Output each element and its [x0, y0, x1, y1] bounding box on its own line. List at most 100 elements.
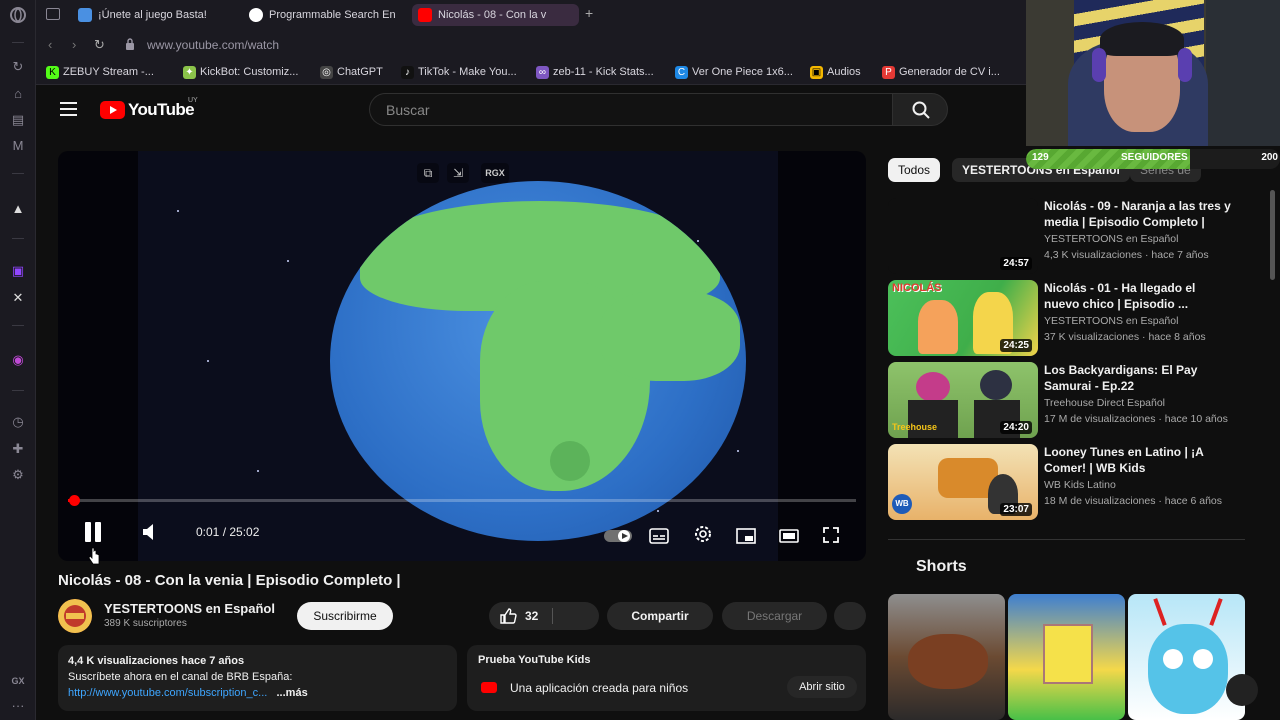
volume-icon[interactable] — [140, 519, 162, 545]
kids-text: Una aplicación creada para niños — [510, 681, 689, 695]
open-site-button[interactable]: Abrir sitio — [787, 676, 857, 698]
rec-thumbnail-3[interactable]: Treehouse 24:20 — [888, 362, 1038, 438]
url-field[interactable]: www.youtube.com/watch — [147, 38, 279, 52]
bookmark-audios[interactable]: ▣ Audios — [810, 65, 861, 80]
browser-sidebar: ↻ ⌂ ▤ M ▲ ▣ ✕ ◉ ◷ ✚ ⚙ GX ··· — [0, 0, 36, 720]
bookmark-kickbot[interactable]: ✦ KickBot: Customiz... — [183, 65, 298, 80]
search-icon — [912, 101, 930, 119]
subscribe-button[interactable]: Suscribirme — [297, 602, 393, 630]
progress-bar[interactable] — [68, 495, 856, 506]
youtube-play-icon — [100, 101, 125, 119]
aria-icon[interactable]: ↻ — [9, 58, 27, 76]
short-2[interactable] — [1008, 594, 1125, 720]
rec-channel-2[interactable]: YESTERTOONS en Español — [1044, 315, 1178, 327]
pinboard-icon[interactable]: ▤ — [9, 111, 27, 129]
twitch-icon[interactable]: ▣ — [9, 262, 27, 280]
streamer-webcam — [1026, 0, 1280, 146]
autoplay-toggle[interactable] — [603, 523, 633, 549]
opera-logo-icon[interactable] — [9, 6, 27, 24]
fullscreen-icon[interactable] — [821, 522, 841, 548]
mail-icon[interactable]: M — [9, 137, 27, 155]
video-player[interactable]: ⧉ ⇲ RGX 0:01 / 25:02 — [58, 151, 866, 561]
menu-icon[interactable] — [60, 102, 77, 116]
like-icon[interactable] — [499, 607, 517, 625]
tab-strip: ¡Únete al juego Basta! Programmable Sear… — [36, 0, 1026, 30]
share-button[interactable]: Compartir — [607, 602, 713, 630]
kick-icon: K — [46, 66, 59, 79]
back-icon[interactable]: ‹ — [48, 37, 52, 52]
more-actions-button[interactable] — [834, 602, 866, 630]
bookmarks-bar: K ZEBUY Stream -... ✦ KickBot: Customiz...… — [36, 60, 1026, 85]
forward-icon[interactable]: › — [72, 37, 76, 52]
miniplayer-icon[interactable]: ⧉ — [417, 163, 439, 183]
scroll-chevron-button[interactable] — [1226, 674, 1258, 706]
bookmark-kick-stats[interactable]: ∞ zeb-11 - Kick Stats... — [536, 65, 654, 80]
address-bar: ‹ › ↻ www.youtube.com/watch — [36, 30, 1026, 60]
pause-button[interactable] — [82, 519, 104, 545]
progress-scrubber[interactable] — [68, 495, 80, 506]
rec-title-2[interactable]: Nicolás - 01 - Ha llegado el nuevo chico… — [1044, 280, 1234, 312]
x-twitter-icon[interactable]: ✕ — [9, 289, 27, 307]
tab-nicolas-video[interactable]: Nicolás - 08 - Con la v — [412, 4, 579, 26]
tab-manager-icon[interactable] — [46, 8, 60, 20]
earth-globe — [330, 181, 746, 541]
rec-channel-3[interactable]: Treehouse Direct Español — [1044, 397, 1165, 409]
bookmark-one-piece[interactable]: C Ver One Piece 1x6... — [675, 65, 793, 80]
settings-gear-icon[interactable] — [692, 521, 714, 547]
search-input[interactable] — [370, 94, 892, 125]
duration-badge: 24:25 — [1000, 339, 1032, 352]
short-1[interactable] — [888, 594, 1005, 720]
tab-basta[interactable]: ¡Únete al juego Basta! — [72, 4, 240, 26]
rec-thumbnail-2[interactable]: NICOLÁS 24:25 — [888, 280, 1038, 356]
chip-todos[interactable]: Todos — [888, 158, 941, 182]
reload-icon[interactable]: ↻ — [94, 37, 105, 53]
new-tab-icon[interactable]: + — [585, 5, 593, 21]
settings-icon[interactable]: ⚙ — [9, 466, 27, 484]
rec-channel-4[interactable]: WB Kids Latino — [1044, 479, 1116, 491]
youtube-logo[interactable]: YouTube UY — [100, 97, 200, 120]
duration-badge: 24:20 — [1000, 421, 1032, 434]
subscriber-count: 389 K suscriptores — [104, 618, 187, 629]
music-player-icon[interactable]: ◉ — [9, 351, 27, 369]
miniplayer-button-icon[interactable] — [735, 523, 757, 549]
video-title: Nicolás - 08 - Con la venia | Episodio C… — [58, 572, 401, 589]
tab-programmable-search[interactable]: Programmable Search En — [243, 4, 411, 26]
theater-mode-icon[interactable] — [778, 523, 800, 549]
lock-icon — [126, 38, 134, 50]
rec-thumbnail-4[interactable]: WB 23:07 — [888, 444, 1038, 520]
show-more-link[interactable]: ...más — [277, 687, 308, 699]
arc-icon[interactable]: ▲ — [9, 200, 27, 218]
short-3[interactable] — [1128, 594, 1245, 720]
subtitles-icon[interactable] — [648, 523, 670, 549]
wb-logo-icon: WB — [892, 494, 912, 514]
page-scrollbar[interactable] — [1270, 190, 1275, 280]
bookmark-tiktok[interactable]: ♪ TikTok - Make You... — [401, 65, 517, 80]
bag-icon[interactable]: ⌂ — [9, 85, 27, 103]
basta-favicon-icon — [78, 8, 92, 22]
more-icon[interactable]: ··· — [9, 697, 27, 715]
history-icon[interactable]: ◷ — [9, 413, 27, 431]
followers-current: 129 — [1032, 152, 1049, 163]
search-box — [369, 93, 892, 126]
bookmark-chatgpt[interactable]: ◎ ChatGPT — [320, 65, 383, 80]
cast-icon[interactable]: ⇲ — [447, 163, 469, 183]
kids-title: Prueba YouTube Kids — [478, 654, 591, 666]
description-box[interactable]: 4,4 K visualizaciones hace 7 años Suscrí… — [58, 645, 457, 711]
channel-name[interactable]: YESTERTOONS en Español — [104, 601, 275, 616]
rec-thumbnail-1[interactable]: 24:57 — [888, 198, 1038, 274]
rec-title-4[interactable]: Looney Tunes en Latino | ¡A Comer! | WB … — [1044, 444, 1234, 476]
rec-title-1[interactable]: Nicolás - 09 - Naranja a las tres y medi… — [1044, 198, 1234, 230]
search-button[interactable] — [892, 93, 948, 126]
rec-channel-1[interactable]: YESTERTOONS en Español — [1044, 233, 1178, 245]
bookmark-zebuy[interactable]: K ZEBUY Stream -... — [46, 65, 154, 80]
rec-views-4: 18 M de visualizaciones · hace 6 años — [1044, 495, 1223, 507]
channel-avatar[interactable] — [58, 599, 92, 633]
download-button[interactable]: Descargar — [722, 602, 827, 630]
rgx-icon[interactable]: RGX — [481, 163, 509, 183]
rec-title-3[interactable]: Los Backyardigans: El Pay Samurai - Ep.2… — [1044, 362, 1234, 394]
bookmark-cv-generator[interactable]: P Generador de CV i... — [882, 65, 1000, 80]
folder-icon: ▣ — [810, 66, 823, 79]
view-meta: 4,4 K visualizaciones hace 7 años — [68, 655, 245, 667]
subscription-link[interactable]: http://www.youtube.com/subscription_c... — [68, 687, 267, 699]
extensions-icon[interactable]: ✚ — [9, 440, 27, 458]
